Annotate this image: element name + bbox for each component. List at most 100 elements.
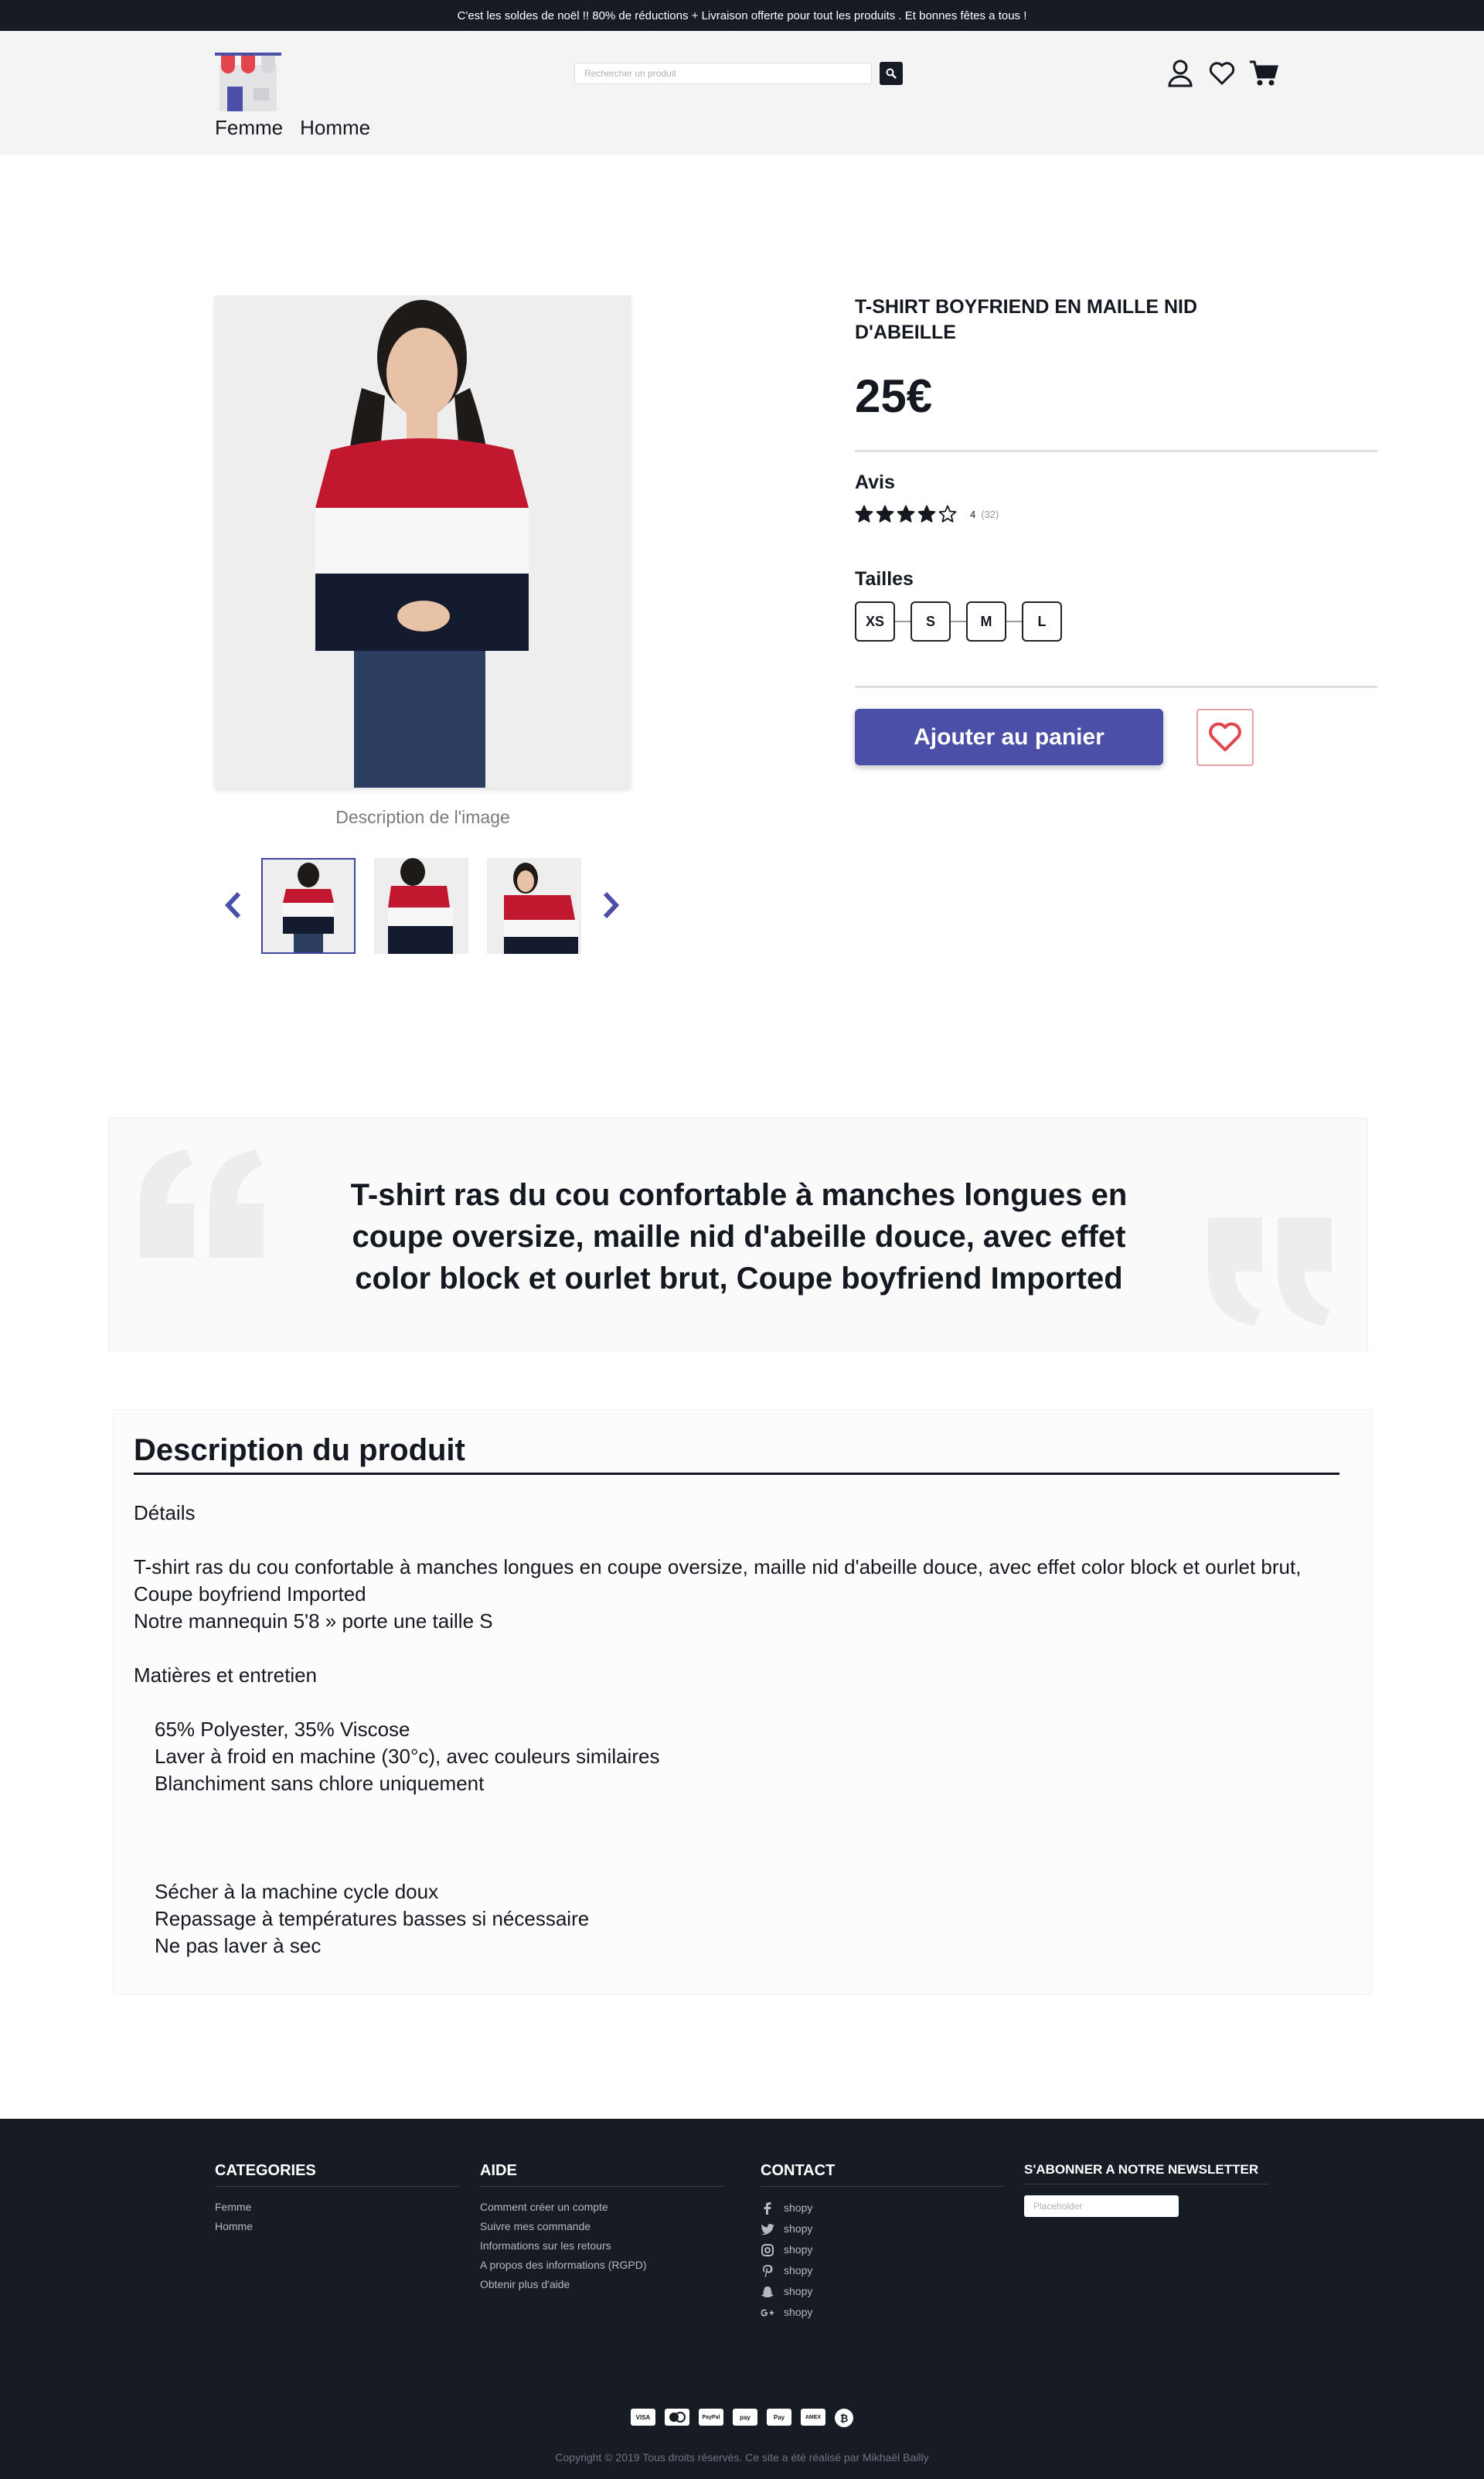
details-label: Détails (134, 1501, 196, 1524)
star-filled-icon (876, 505, 894, 523)
snapchat-icon (761, 2285, 774, 2299)
chevron-right-icon (603, 891, 620, 919)
google-plus-icon (761, 2306, 774, 2320)
quote-text: T-shirt ras du cou confortable à manches… (350, 1178, 1128, 1296)
footer-link-rgpd[interactable]: A propos des informations (RGPD) (480, 2256, 724, 2275)
apple-pay-icon: Pay (767, 2409, 791, 2426)
sizes-label: Tailles (855, 568, 914, 590)
shop-logo[interactable] (215, 53, 281, 113)
newsletter-input[interactable] (1024, 2195, 1179, 2217)
footer-link-returns[interactable]: Informations sur les retours (480, 2236, 724, 2256)
footer-categories: CATEGORIES Femme Homme (215, 2162, 459, 2236)
facebook-icon (761, 2201, 774, 2215)
thumbnail-carousel (215, 858, 631, 954)
add-to-wishlist-button[interactable] (1196, 709, 1254, 766)
social-label: shopy (784, 2264, 813, 2276)
social-label: shopy (784, 2243, 813, 2256)
pinterest-icon (761, 2264, 774, 2278)
social-instagram[interactable]: shopy (761, 2239, 1005, 2260)
product-title: T-SHIRT BOYFRIEND EN MAILLE NID D'ABEILL… (855, 296, 1198, 343)
announcement-bar: C'est les soldes de noël !! 80% de réduc… (0, 0, 1484, 31)
nav-homme[interactable]: Homme (300, 116, 370, 140)
rating-count: (32) (981, 508, 999, 520)
copyright-text: Copyright © 2019 Tous droits réservés. C… (555, 2451, 929, 2464)
description-title: Description du produit (134, 1433, 1339, 1475)
thumbnail-2[interactable] (374, 858, 468, 954)
care-item: Laver à froid en machine (30°c), avec co… (155, 1745, 660, 1768)
close-quote-icon (1208, 1217, 1332, 1326)
image-caption: Description de l'image (335, 807, 510, 827)
social-label: shopy (784, 2285, 813, 2297)
search-input[interactable] (574, 63, 872, 84)
social-google-plus[interactable]: shopy (761, 2302, 1005, 2323)
rating-stars[interactable]: 4 (32) (855, 505, 999, 523)
size-connector (951, 621, 966, 622)
model-note: Notre mannequin 5'8 » porte une taille S (134, 1609, 493, 1633)
thumbnail-photo (263, 860, 354, 952)
care-item: Blanchiment sans chlore uniquement (155, 1772, 485, 1795)
description-body: Détails T-shirt ras du cou confortable à… (134, 1500, 1339, 1960)
footer-contact: CONTACT shopy shopy shopy shopy shopy sh… (761, 2162, 1005, 2323)
carousel-prev-button[interactable] (215, 887, 250, 923)
footer-aide-title: AIDE (480, 2162, 724, 2187)
main-product-image[interactable] (215, 295, 631, 788)
account-button[interactable] (1166, 59, 1195, 88)
social-pinterest[interactable]: shopy (761, 2260, 1005, 2281)
carousel-next-button[interactable] (594, 887, 629, 923)
search-button[interactable] (880, 62, 903, 85)
wishlist-button[interactable] (1207, 59, 1237, 88)
cart-button[interactable] (1249, 59, 1278, 88)
site-footer: CATEGORIES Femme Homme AIDE Comment crée… (0, 2119, 1484, 2479)
footer-categories-title: CATEGORIES (215, 2162, 459, 2187)
newsletter-title: S'ABONNER A NOTRE NEWSLETTER (1024, 2162, 1268, 2184)
social-facebook[interactable]: shopy (761, 2198, 1005, 2219)
divider (855, 450, 1377, 452)
thumbnail-1[interactable] (261, 858, 356, 954)
cart-icon (1250, 60, 1278, 86)
mastercard-icon (665, 2409, 689, 2426)
instagram-icon (761, 2243, 774, 2257)
star-filled-icon (897, 505, 915, 523)
chevron-left-icon (224, 891, 241, 919)
product-photo (215, 295, 631, 788)
care-item: Ne pas laver à sec (155, 1934, 322, 1957)
twitter-icon (761, 2222, 774, 2236)
star-empty-icon (938, 505, 957, 523)
care-item: 65% Polyester, 35% Viscose (155, 1718, 410, 1741)
stars-group (855, 505, 957, 523)
social-label: shopy (784, 2306, 813, 2318)
reviews-label: Avis (855, 472, 895, 493)
size-m[interactable]: M (966, 601, 1006, 642)
footer-link-help[interactable]: Obtenir plus d'aide (480, 2275, 724, 2294)
social-label: shopy (784, 2201, 813, 2214)
thumbnail-photo (374, 858, 468, 954)
footer-link-homme[interactable]: Homme (215, 2217, 459, 2236)
social-snapchat[interactable]: shopy (761, 2281, 1005, 2302)
thumbnail-3[interactable] (487, 858, 581, 954)
size-xs[interactable]: XS (855, 601, 895, 642)
nav-femme[interactable]: Femme (215, 116, 283, 140)
rating-value: 4 (970, 508, 976, 520)
size-selector: XS S M L (855, 601, 1062, 642)
details-text: T-shirt ras du cou confortable à manches… (134, 1555, 1302, 1606)
footer-link-create-account[interactable]: Comment créer un compte (480, 2198, 724, 2217)
star-filled-icon (855, 505, 873, 523)
social-twitter[interactable]: shopy (761, 2219, 1005, 2239)
social-label: shopy (784, 2222, 813, 2235)
size-s[interactable]: S (910, 601, 951, 642)
amex-icon: AMEX (801, 2409, 825, 2426)
care-item: Repassage à températures basses si néces… (155, 1907, 590, 1930)
heart-icon (1209, 722, 1241, 751)
star-filled-icon (917, 505, 936, 523)
user-icon (1168, 60, 1193, 87)
payment-methods: VISA PayPal pay Pay AMEX ₿ (0, 2409, 1484, 2427)
open-quote-icon (140, 1149, 264, 1258)
heart-icon (1209, 62, 1235, 85)
footer-link-femme[interactable]: Femme (215, 2198, 459, 2217)
add-to-cart-button[interactable]: Ajouter au panier (855, 709, 1163, 765)
header-icons (1166, 59, 1278, 88)
footer-aide: AIDE Comment créer un compte Suivre mes … (480, 2162, 724, 2294)
size-l[interactable]: L (1022, 601, 1062, 642)
footer-link-track-order[interactable]: Suivre mes commande (480, 2217, 724, 2236)
divider (855, 686, 1377, 688)
